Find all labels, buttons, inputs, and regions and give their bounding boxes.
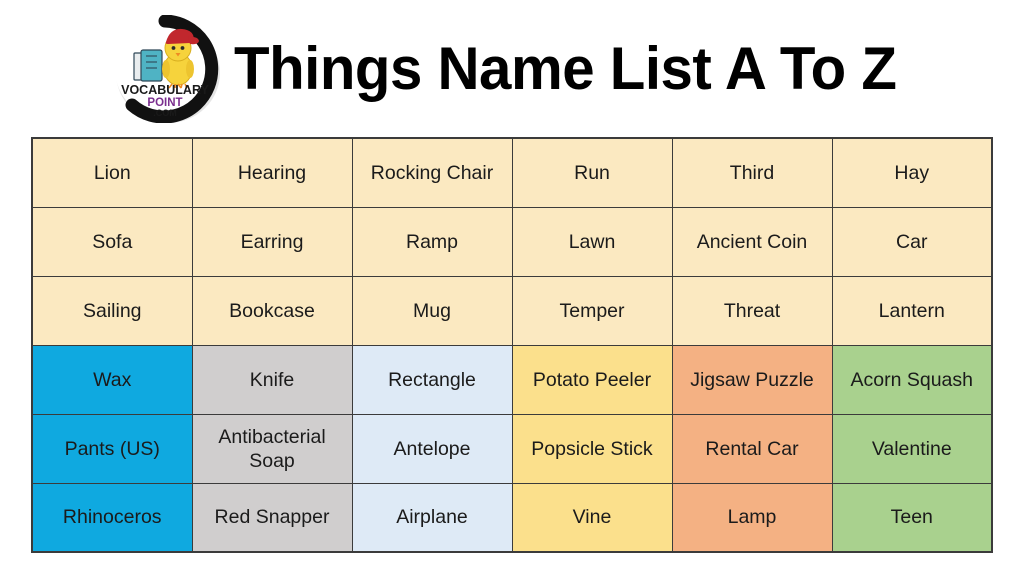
table-cell: Knife xyxy=(191,344,353,415)
table-cell: Teen xyxy=(831,482,993,553)
table-cell: Sailing xyxy=(31,275,193,346)
table-cell: Jigsaw Puzzle xyxy=(671,344,833,415)
table-cell: Hearing xyxy=(191,137,353,208)
table-cell: Hay xyxy=(831,137,993,208)
table-row: Rhinoceros Red Snapper Airplane Vine Lamp Tee… xyxy=(31,482,993,553)
table-cell: Potato Peeler xyxy=(511,344,673,415)
table-row: Wax Knife Rectangle Potato Peeler Jigsaw Puz… xyxy=(31,344,993,415)
word-grid: Lion Hearing Rocking Chair Run Third Hay Sofa E… xyxy=(31,137,993,553)
table-cell: Lamp xyxy=(671,482,833,553)
header-inner: VOCABULARY POINT .COM Things Name List A… xyxy=(108,0,917,140)
table-cell: Lion xyxy=(31,137,193,208)
table-cell: Pants (US) xyxy=(31,413,193,484)
table-cell: Ancient Coin xyxy=(671,206,833,277)
page-title: Things Name List A To Z xyxy=(233,34,897,102)
vocabulary-point-logo: VOCABULARY POINT .COM xyxy=(108,14,224,123)
table-cell: Vine xyxy=(511,482,673,553)
logo-line3: .COM xyxy=(153,108,177,118)
table-cell: Ramp xyxy=(351,206,513,277)
table-cell: Lantern xyxy=(831,275,993,346)
table-cell: Red Snapper xyxy=(191,482,353,553)
table-cell: Airplane xyxy=(351,482,513,553)
table-cell: Rectangle xyxy=(351,344,513,415)
word-grid-body: Lion Hearing Rocking Chair Run Third Hay Sofa E… xyxy=(31,137,993,553)
poster-page: VOCABULARY POINT .COM Things Name List A… xyxy=(0,0,1024,576)
logo-line1: VOCABULARY xyxy=(121,83,209,97)
table-row: Pants (US) Antibacterial Soap Antelope Pops… xyxy=(31,413,993,484)
table-cell: Threat xyxy=(671,275,833,346)
table-cell: Antelope xyxy=(351,413,513,484)
table-row: Sailing Bookcase Mug Temper Threat Lantern xyxy=(31,275,993,346)
table-cell: Wax xyxy=(31,344,193,415)
table-cell: Antibacterial Soap xyxy=(191,413,353,484)
table-cell: Rocking Chair xyxy=(351,137,513,208)
table-cell: Third xyxy=(671,137,833,208)
table-cell: Rental Car xyxy=(671,413,833,484)
word-grid-container: Lion Hearing Rocking Chair Run Third Hay Sofa E… xyxy=(31,137,993,553)
table-cell: Car xyxy=(831,206,993,277)
table-cell: Run xyxy=(511,137,673,208)
poster-header: VOCABULARY POINT .COM Things Name List A… xyxy=(0,0,1024,137)
table-cell: Acorn Squash xyxy=(831,344,993,415)
table-cell: Temper xyxy=(511,275,673,346)
table-row: Lion Hearing Rocking Chair Run Third Hay xyxy=(31,137,993,208)
table-cell: Earring xyxy=(191,206,353,277)
table-cell: Sofa xyxy=(31,206,193,277)
table-row: Sofa Earring Ramp Lawn Ancient Coin Car xyxy=(31,206,993,277)
table-cell: Bookcase xyxy=(191,275,353,346)
table-cell: Lawn xyxy=(511,206,673,277)
table-cell: Popsicle Stick xyxy=(511,413,673,484)
table-cell: Mug xyxy=(351,275,513,346)
table-cell: Valentine xyxy=(831,413,993,484)
table-cell: Rhinoceros xyxy=(31,482,193,553)
